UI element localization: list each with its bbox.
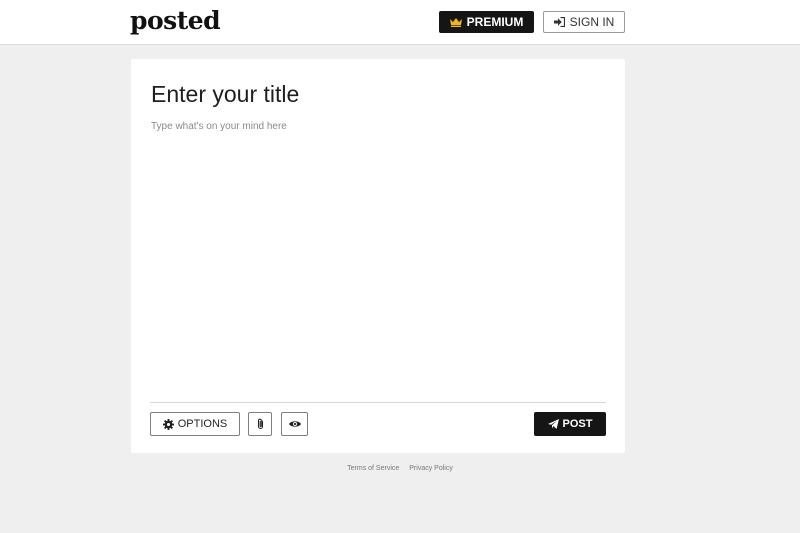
paper-plane-icon — [547, 418, 559, 430]
terms-of-service-link[interactable]: Terms of Service — [347, 465, 399, 472]
post-editor-card: OPTIONS POST — [131, 59, 625, 453]
post-button[interactable]: POST — [534, 412, 606, 436]
sign-in-label: SIGN IN — [569, 15, 615, 29]
sign-in-icon — [553, 17, 565, 27]
paperclip-icon — [256, 418, 265, 430]
premium-label: PREMIUM — [466, 15, 524, 29]
gear-icon — [162, 418, 174, 430]
eye-icon — [288, 420, 301, 428]
site-logo[interactable]: posted — [130, 6, 221, 35]
editor-divider — [150, 402, 606, 403]
sign-in-button[interactable]: SIGN IN — [543, 11, 625, 33]
post-body-textarea[interactable] — [151, 121, 605, 396]
options-label: OPTIONS — [177, 418, 228, 430]
attach-button[interactable] — [248, 412, 272, 436]
post-title-input[interactable] — [151, 79, 605, 109]
post-label: POST — [562, 418, 593, 430]
privacy-policy-link[interactable]: Privacy Policy — [409, 465, 453, 472]
crown-icon — [449, 17, 462, 27]
premium-button[interactable]: PREMIUM — [439, 11, 534, 33]
preview-button[interactable] — [281, 412, 308, 436]
footer-links: Terms of Service Privacy Policy — [0, 465, 800, 472]
top-navbar: posted PREMIUM SIGN IN — [0, 0, 800, 45]
options-button[interactable]: OPTIONS — [150, 412, 240, 436]
